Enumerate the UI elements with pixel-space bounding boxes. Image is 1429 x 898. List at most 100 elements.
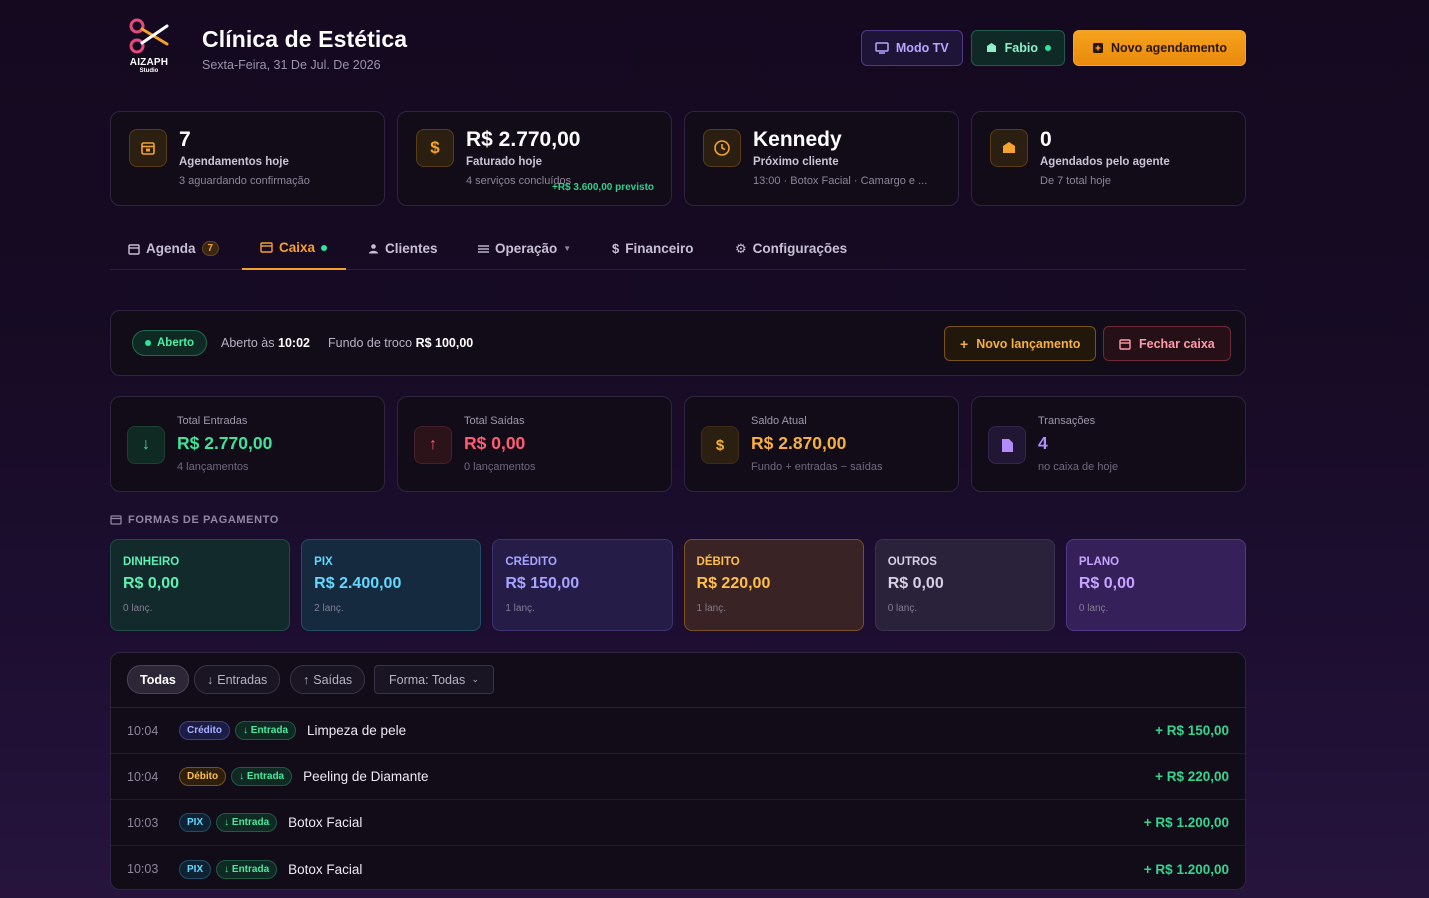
stat-label: Agendamentos hoje [179,156,289,168]
payment-forms-title: FORMAS DE PAGAMENTO [110,514,279,526]
row-time: 10:04 [127,723,159,738]
payment-card-plano[interactable]: PLANO R$ 0,00 0 lanç. [1065,539,1247,631]
payment-method-select[interactable]: Forma: Todas ⌄ [374,665,494,694]
table-row[interactable]: 10:03 PIX ↓ Entrada Botox Facial + R$ 1.… [111,846,1245,889]
plus-icon: + [960,335,969,352]
document-icon [1001,438,1013,452]
total-value: 4 [1038,433,1048,453]
total-card-income: ↓ Total Entradas R$ 2.770,00 4 lançament… [110,396,385,492]
stat-sub: 13:00 · Botox Facial · Camargo e ... [753,175,928,187]
tab-operacao[interactable]: Operação ▼ [478,227,571,270]
row-amount: + R$ 150,00 [1155,723,1229,738]
arrow-up-icon: ↑ [429,436,437,453]
cash-register-bar: Aberto Aberto às 10:02 Fundo de troco R$… [110,310,1246,376]
page-date: Sexta-Feira, 31 De Jul. De 2026 [202,58,381,72]
total-card-balance: $ Saldo Atual R$ 2.870,00 Fundo + entrad… [684,396,959,492]
arrow-up-icon: ↑ [303,672,310,687]
payment-value: R$ 220,00 [696,575,771,592]
row-time: 10:04 [127,769,159,784]
close-register-button[interactable]: Fechar caixa [1103,326,1231,361]
online-dot [1045,45,1051,51]
new-appointment-label: Novo agendamento [1111,41,1227,55]
tab-clientes[interactable]: Clientes [368,227,438,270]
tab-label: Operação [495,241,558,256]
calendar-icon [141,142,155,155]
tab-caixa[interactable]: Caixa [242,227,346,270]
table-row[interactable]: 10:03 PIX ↓ Entrada Botox Facial + R$ 1.… [111,800,1245,846]
logo-name: AIZAPH [129,57,169,68]
filter-out-button[interactable]: ↑ Saídas [290,665,366,694]
payment-card-credito[interactable]: CRÉDITO R$ 150,00 1 lanç. [492,539,673,631]
robot-icon [1003,142,1015,153]
logo[interactable]: AIZAPH Studio [124,16,174,82]
status-dot [321,244,328,251]
type-badge: ↓ Entrada [231,767,293,786]
total-value: R$ 0,00 [464,433,526,453]
payment-forms: DINHEIRO R$ 0,00 0 lanç. PIX R$ 2.400,00… [110,539,1247,631]
chevron-down-icon: ▼ [563,244,572,253]
total-label: Total Entradas [177,415,248,427]
payment-card-debito[interactable]: DÉBITO R$ 220,00 1 lanç. [683,539,864,631]
robot-icon [986,43,996,52]
total-value: R$ 2.870,00 [751,433,847,453]
total-label: Transações [1038,415,1096,427]
tab-label: Financeiro [625,241,694,256]
total-card-transactions: Transações 4 no caixa de hoje [971,396,1246,492]
user-agent-button[interactable]: Fabio [970,30,1065,66]
total-label: Saldo Atual [751,415,807,427]
row-amount: + R$ 1.200,00 [1143,861,1229,877]
tab-agenda[interactable]: Agenda 7 [128,227,220,270]
list-icon [478,244,489,253]
payment-value: R$ 150,00 [505,575,580,592]
payment-card-dinheiro[interactable]: DINHEIRO R$ 0,00 0 lanç. [110,539,291,631]
stat-card-appointments: 7 Agendamentos hoje 3 aguardando confirm… [110,111,385,206]
stat-label: Faturado hoje [466,156,543,168]
payment-name: DINHEIRO [123,556,180,568]
filter-bar: Todas ↓ Entradas ↑ Saídas Forma: Todas ⌄ [111,653,1245,708]
monitor-icon [875,42,889,54]
change-fund-value: R$ 100,00 [415,336,474,350]
table-row[interactable]: 10:04 Crédito ↓ Entrada Limpeza de pele … [111,708,1245,754]
row-amount: + R$ 1.200,00 [1143,815,1229,830]
row-time: 10:03 [127,815,159,830]
new-entry-button[interactable]: + Novo lançamento [944,326,1097,361]
tab-label: Agenda [146,241,196,256]
table-row[interactable]: 10:04 Débito ↓ Entrada Peeling de Diaman… [111,754,1245,800]
tv-mode-button[interactable]: Modo TV [860,30,963,66]
page-title: Clínica de Estética [202,26,408,52]
filter-in-button[interactable]: ↓ Entradas [194,665,281,694]
stat-label: Próximo cliente [753,156,839,168]
clock-icon [714,140,730,156]
filter-all-button[interactable]: Todas [127,665,189,694]
tab-configuracoes[interactable]: ⚙ Configurações [735,227,847,270]
payment-value: R$ 0,00 [887,575,944,592]
payment-value: R$ 0,00 [1078,575,1135,592]
status-badge: Aberto [132,330,208,356]
user-icon [369,244,378,254]
stat-value: R$ 2.770,00 [466,128,581,151]
tab-label: Caixa [279,240,316,255]
payment-value: R$ 2.400,00 [314,575,402,592]
new-appointment-button[interactable]: Novo agendamento [1073,30,1246,66]
row-description: Limpeza de pele [307,723,407,738]
dollar-icon: $ [430,138,440,157]
payment-value: R$ 0,00 [123,575,180,592]
payment-card-pix[interactable]: PIX R$ 2.400,00 2 lanç. [301,539,482,631]
row-description: Botox Facial [288,861,363,877]
total-card-outflow: ↑ Total Saídas R$ 0,00 0 lançamentos [397,396,672,492]
stat-value: 7 [179,128,191,151]
tab-financeiro[interactable]: $ Financeiro [612,227,694,270]
row-description: Peeling de Diamante [303,769,429,784]
type-badge: ↓ Entrada [216,859,278,879]
arrow-down-icon: ↓ [142,436,150,453]
opened-time: 10:02 [278,336,310,350]
payment-card-outros[interactable]: OUTROS R$ 0,00 0 lanç. [874,539,1055,631]
total-value: R$ 2.770,00 [177,433,273,453]
stats-row: 7 Agendamentos hoje 3 aguardando confirm… [110,111,1246,206]
payment-name: CRÉDITO [505,556,557,568]
stat-sub: De 7 total hoje [1040,175,1111,187]
header: AIZAPH Studio Clínica de Estética Sexta-… [110,0,1246,100]
total-sub: 0 lançamentos [464,461,536,473]
stat-card-agent: 0 Agendados pelo agente De 7 total hoje [971,111,1246,206]
logo-sub: Studio [139,68,159,74]
